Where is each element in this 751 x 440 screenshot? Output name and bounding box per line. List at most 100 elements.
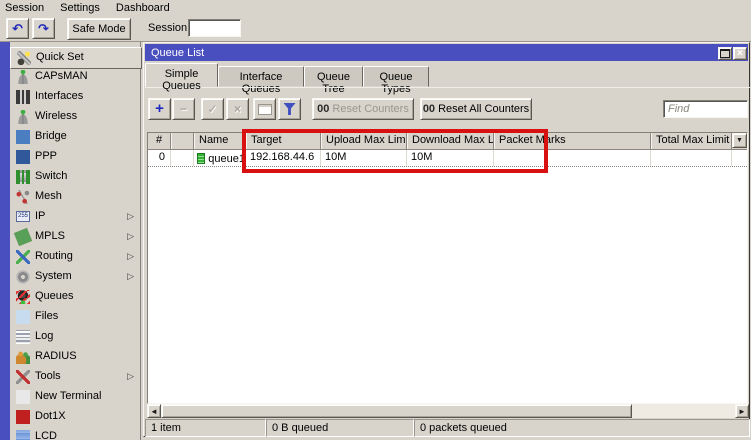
sidebar-item-label: CAPsMAN (35, 70, 88, 82)
terminal-icon (16, 390, 30, 404)
status-bytes-queued: 0 B queued (266, 419, 414, 437)
sidebar-item-label: Routing (35, 250, 73, 262)
queue-list-window: Queue List × Simple Queues Interface Que… (143, 42, 750, 437)
close-button[interactable]: × (733, 47, 747, 60)
redo-button[interactable]: ↷ (32, 18, 55, 39)
ppp-icon (16, 150, 30, 164)
sidebar-item-label: MPLS (35, 230, 65, 242)
column-header-name[interactable]: Name (194, 133, 246, 149)
session-field-label: Session (148, 22, 187, 34)
sidebar-item-routing[interactable]: Routing ▷ (10, 247, 140, 267)
menu-session[interactable]: Session (5, 2, 44, 14)
check-icon: ✓ (207, 102, 217, 116)
disable-button[interactable]: × (226, 98, 249, 120)
cell-flag (171, 150, 194, 166)
cell-number: 0 (148, 150, 171, 166)
tab-queue-tree[interactable]: Queue Tree (304, 66, 363, 87)
folder-icon (16, 310, 30, 324)
session-input[interactable] (188, 19, 241, 37)
sidebar-item-label: Switch (35, 170, 67, 182)
menu-dashboard[interactable]: Dashboard (116, 2, 170, 14)
scroll-left-button[interactable]: ◄ (147, 404, 161, 418)
sidebar-item-label: Bridge (35, 130, 67, 142)
column-header-number[interactable]: # (148, 133, 171, 149)
column-options-button[interactable]: ▼ (732, 133, 747, 148)
sidebar-item-wireless[interactable]: Wireless (10, 107, 140, 127)
sidebar-item-label: New Terminal (35, 390, 101, 402)
add-button[interactable]: + (148, 98, 171, 120)
filter-button[interactable] (278, 98, 301, 120)
find-input[interactable] (663, 100, 748, 118)
undo-icon: ↶ (12, 22, 23, 35)
sidebar-item-log[interactable]: Log (10, 327, 140, 347)
scrollbar-thumb[interactable] (161, 404, 632, 418)
status-item-count: 1 item (145, 419, 266, 437)
sidebar-item-label: Interfaces (35, 90, 83, 102)
sidebar-item-label: Files (35, 310, 58, 322)
tab-interface-queues[interactable]: Interface Queues (218, 66, 304, 87)
sidebar-item-ip[interactable]: 255 IP ▷ (10, 207, 140, 227)
sidebar-item-queues[interactable]: Queues (10, 287, 140, 307)
sidebar: Quick Set CAPsMAN Interfaces Wireless Br… (0, 42, 141, 440)
sidebar-item-label: RADIUS (35, 350, 77, 362)
sidebar-item-label: Wireless (35, 110, 77, 122)
sidebar-item-label: Tools (35, 370, 61, 382)
gauge-icon (16, 290, 30, 304)
sidebar-item-label: System (35, 270, 72, 282)
tab-simple-queues[interactable]: Simple Queues (145, 63, 218, 87)
sidebar-item-label: Quick Set (36, 51, 84, 63)
queue-icon (197, 153, 205, 164)
interface-card-icon (16, 90, 30, 104)
sidebar-item-quick-set[interactable]: Quick Set (10, 47, 142, 69)
menu-settings[interactable]: Settings (60, 2, 100, 14)
window-title: Queue List (151, 47, 204, 59)
dot1x-icon (16, 410, 30, 424)
scroll-right-button[interactable]: ► (735, 404, 749, 418)
winbox-screen: Session Settings Dashboard ↶ ↷ Safe Mode… (0, 0, 751, 440)
sidebar-item-ppp[interactable]: PPP (10, 147, 140, 167)
gear-icon (16, 270, 30, 284)
undo-button[interactable]: ↶ (6, 18, 29, 39)
remove-button[interactable]: − (172, 98, 195, 120)
status-bar: 1 item 0 B queued 0 packets queued (144, 419, 751, 438)
sidebar-accent-strip (0, 42, 10, 440)
reset-all-counters-button[interactable]: 00 Reset All Counters (420, 98, 532, 120)
reset-counters-label: Reset Counters (332, 103, 408, 115)
submenu-arrow-icon: ▷ (127, 231, 134, 242)
log-document-icon (16, 330, 30, 344)
column-header-total-max-limit[interactable]: Total Max Limit (651, 133, 732, 149)
sidebar-item-new-terminal[interactable]: New Terminal (10, 387, 140, 407)
sidebar-item-bridge[interactable]: Bridge (10, 127, 140, 147)
comment-button[interactable] (253, 98, 276, 120)
reset-counters-button[interactable]: 00 Reset Counters (312, 98, 414, 120)
routing-arrows-icon (16, 250, 30, 264)
sidebar-item-files[interactable]: Files (10, 307, 140, 327)
remove-icon: − (180, 102, 187, 116)
sidebar-item-label: LCD (35, 430, 57, 440)
horizontal-scrollbar[interactable]: ◄ ► (147, 404, 749, 418)
safe-mode-button[interactable]: Safe Mode (67, 18, 131, 40)
sidebar-item-mpls[interactable]: MPLS ▷ (10, 227, 140, 247)
enable-button[interactable]: ✓ (201, 98, 224, 120)
sidebar-item-interfaces[interactable]: Interfaces (10, 87, 140, 107)
sidebar-item-system[interactable]: System ▷ (10, 267, 140, 287)
window-titlebar[interactable]: Queue List × (145, 44, 748, 61)
menubar: Session Settings Dashboard (0, 0, 751, 15)
maximize-button[interactable] (718, 47, 732, 60)
sidebar-item-tools[interactable]: Tools ▷ (10, 367, 140, 387)
lcd-monitor-icon (16, 430, 30, 440)
sidebar-item-radius[interactable]: RADIUS (10, 347, 140, 367)
sidebar-item-label: Queues (35, 290, 74, 302)
column-header-flag[interactable] (171, 133, 194, 149)
cell-name: queue1 (194, 150, 246, 166)
close-icon: × (737, 49, 743, 59)
sidebar-item-lcd[interactable]: LCD (10, 427, 140, 440)
ip-icon: 255 (16, 211, 30, 222)
tab-queue-types[interactable]: Queue Types (363, 66, 429, 87)
sidebar-item-mesh[interactable]: Mesh (10, 187, 140, 207)
chevron-down-icon: ▼ (736, 137, 743, 144)
sidebar-item-switch[interactable]: Switch (10, 167, 140, 187)
submenu-arrow-icon: ▷ (127, 211, 134, 222)
sidebar-item-capsman[interactable]: CAPsMAN (10, 67, 140, 87)
sidebar-item-dot1x[interactable]: Dot1X (10, 407, 140, 427)
